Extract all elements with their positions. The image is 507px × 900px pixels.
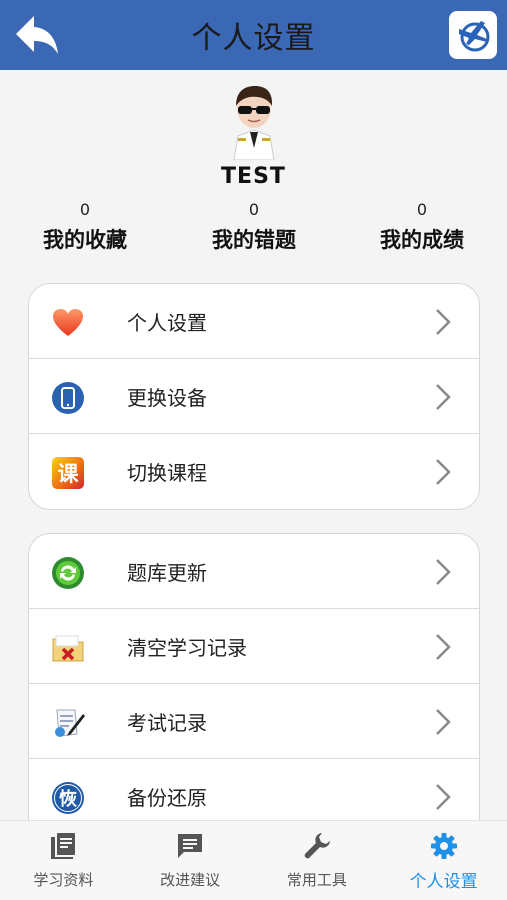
stat-count: 0 <box>79 200 91 219</box>
chevron-right-icon <box>436 709 451 735</box>
svg-text:恢: 恢 <box>59 788 77 810</box>
stat-label: 我的成绩 <box>380 228 464 252</box>
stat-count: 0 <box>248 200 260 219</box>
tab-label: 个人设置 <box>409 872 478 892</box>
tab-suggestions[interactable]: 改进建议 <box>127 821 254 900</box>
chevron-right-icon <box>436 459 451 485</box>
gear-icon <box>429 831 459 861</box>
menu-item-change-device[interactable]: 更换设备 <box>29 359 479 434</box>
bottom-tab-bar: 学习资料 改进建议 常用工具 个人设置 <box>0 820 507 900</box>
menu-item-clear-records[interactable]: 清空学习记录 <box>29 609 479 684</box>
heart-icon <box>51 306 85 340</box>
tab-label: 改进建议 <box>160 871 221 889</box>
menu-item-switch-course[interactable]: 课 切换课程 <box>29 434 479 509</box>
chevron-right-icon <box>436 384 451 410</box>
exam-record-icon <box>51 706 85 740</box>
back-button[interactable] <box>12 10 62 60</box>
header-bar: 个人设置 <box>0 0 507 70</box>
profile-section: TEST 0 我的收藏 0 我的错题 0 我的成绩 <box>0 80 507 260</box>
menu-item-personal-settings[interactable]: 个人设置 <box>29 284 479 359</box>
menu-item-label: 更换设备 <box>127 385 207 410</box>
back-arrow-icon <box>16 16 58 54</box>
menu-item-label: 清空学习记录 <box>127 635 247 660</box>
menu-item-label: 题库更新 <box>127 560 207 585</box>
settings-group-1: 个人设置 更换设备 课 切换课程 <box>28 283 480 510</box>
page-title: 个人设置 <box>191 21 316 56</box>
chevron-right-icon <box>436 559 451 585</box>
menu-item-label: 考试记录 <box>127 710 207 735</box>
stat-scores[interactable]: 0 我的成绩 <box>352 200 492 254</box>
menu-item-label: 个人设置 <box>127 310 207 335</box>
menu-item-question-bank-update[interactable]: 题库更新 <box>29 534 479 609</box>
stat-label: 我的收藏 <box>43 228 127 252</box>
tab-personal-settings[interactable]: 个人设置 <box>380 821 507 900</box>
tab-label: 常用工具 <box>286 871 347 889</box>
menu-item-exam-records[interactable]: 考试记录 <box>29 684 479 759</box>
tab-label: 学习资料 <box>33 871 94 889</box>
course-icon: 课 <box>51 456 85 490</box>
restore-icon: 恢 <box>51 781 85 815</box>
stat-favorites[interactable]: 0 我的收藏 <box>15 200 155 254</box>
book-icon <box>48 831 78 861</box>
stat-count: 0 <box>416 200 428 219</box>
phone-icon <box>51 381 85 415</box>
chevron-right-icon <box>436 309 451 335</box>
username: TEST <box>221 164 286 189</box>
chat-icon <box>175 831 205 861</box>
tab-study-materials[interactable]: 学习资料 <box>0 821 127 900</box>
svg-text:课: 课 <box>58 462 80 486</box>
menu-item-label: 切换课程 <box>127 461 207 485</box>
menu-item-label: 备份还原 <box>127 786 207 810</box>
chevron-right-icon <box>436 784 451 810</box>
chevron-right-icon <box>436 634 451 660</box>
airplane-icon <box>459 21 490 52</box>
avatar[interactable] <box>228 84 280 160</box>
settings-group-2: 题库更新 清空学习记录 考试记录 恢 备份还原 <box>28 533 480 821</box>
stat-label: 我的错题 <box>212 228 296 252</box>
refresh-icon <box>51 556 85 590</box>
stat-mistakes[interactable]: 0 我的错题 <box>184 200 324 254</box>
wrench-icon <box>302 831 332 861</box>
flight-button[interactable] <box>449 11 497 59</box>
menu-item-backup-restore[interactable]: 恢 备份还原 <box>29 759 479 820</box>
clear-folder-icon <box>51 631 85 665</box>
tab-common-tools[interactable]: 常用工具 <box>254 821 381 900</box>
